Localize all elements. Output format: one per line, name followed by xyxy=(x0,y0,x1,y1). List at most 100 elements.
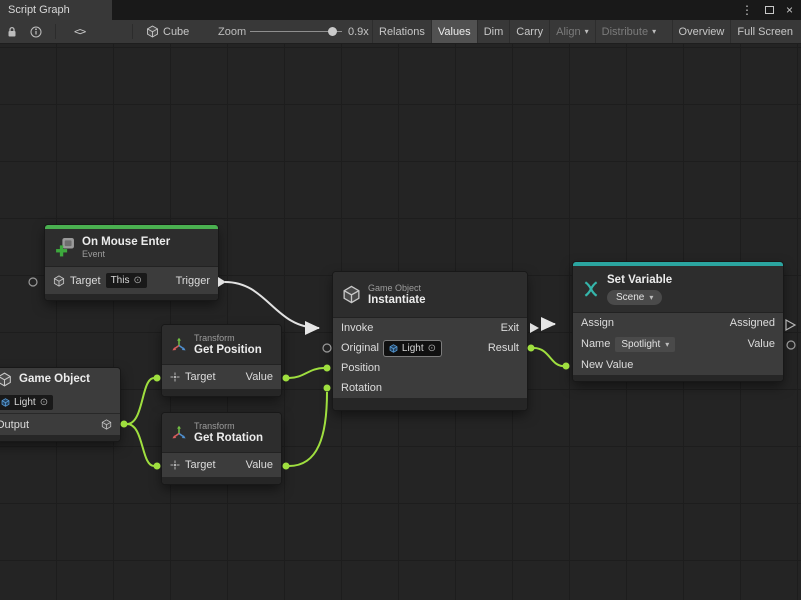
node-title: On Mouse Enter xyxy=(82,236,170,249)
node-row: Rotation xyxy=(333,378,527,398)
variable-name-dropdown[interactable]: Spotlight ▾ xyxy=(615,337,675,352)
game-object-icon xyxy=(101,419,112,430)
object-picker-icon[interactable]: ⊙ xyxy=(133,274,141,287)
node-row: New Value xyxy=(573,355,783,375)
node-row: Target Value xyxy=(162,453,281,477)
wire-exit-to-assign[interactable] xyxy=(541,324,555,328)
object-picker-icon[interactable]: ⊙ xyxy=(428,342,436,355)
port-label-assigned: Assigned xyxy=(730,317,775,329)
transform-icon xyxy=(171,337,187,353)
port-instantiate-exit[interactable] xyxy=(530,323,539,333)
game-object-icon xyxy=(0,372,12,387)
zoom-slider-track[interactable] xyxy=(250,31,342,32)
port-label-position: Position xyxy=(341,362,380,374)
info-icon[interactable] xyxy=(30,20,42,43)
node-title: Set Variable xyxy=(607,274,672,287)
wire-output-to-getposition-target[interactable] xyxy=(127,378,154,424)
port-getrotation-target[interactable] xyxy=(154,463,161,470)
node-header: On Mouse Enter Event xyxy=(45,229,218,267)
node-on-mouse-enter[interactable]: On Mouse Enter Event Target This ⊙ Trigg… xyxy=(45,225,218,300)
port-getposition-value[interactable] xyxy=(283,375,290,382)
node-footer xyxy=(45,294,218,300)
node-get-position[interactable]: Transform Get Position Target Value xyxy=(162,325,281,396)
original-object-field[interactable]: Light ⊙ xyxy=(384,341,441,356)
node-row: Target Value xyxy=(162,365,281,389)
this-object-field[interactable]: This ⊙ xyxy=(106,273,147,288)
overview-button[interactable]: Overview xyxy=(672,20,731,43)
port-setvariable-new-value[interactable] xyxy=(563,363,570,370)
distribute-label: Distribute xyxy=(602,26,648,38)
port-setvariable-assigned[interactable] xyxy=(786,320,795,330)
port-label-rotation: Rotation xyxy=(341,382,382,394)
node-footer xyxy=(573,375,783,381)
light-object-field[interactable]: Light ⊙ xyxy=(0,395,53,410)
port-label-new-value: New Value xyxy=(581,359,633,371)
port-label-trigger: Trigger xyxy=(176,275,210,287)
node-category: Transform xyxy=(194,421,263,432)
wire-result-to-new-value[interactable] xyxy=(534,348,563,366)
unity-visual-scripting-window: Script Graph ⋮ × <> Cube Zoom 0.9x Rela xyxy=(0,0,801,600)
node-footer xyxy=(333,398,527,410)
game-object-icon xyxy=(342,285,361,304)
relations-button[interactable]: Relations xyxy=(372,20,431,43)
light-value: Light xyxy=(14,396,36,409)
wire-getposition-value-to-position[interactable] xyxy=(289,368,324,378)
window-controls: ⋮ × xyxy=(741,0,793,20)
port-instantiate-rotation[interactable] xyxy=(324,385,331,392)
port-output[interactable] xyxy=(121,421,128,428)
port-instantiate-result[interactable] xyxy=(528,345,535,352)
carry-button[interactable]: Carry xyxy=(509,20,549,43)
node-game-object-light[interactable]: Game Object Light ⊙ Output xyxy=(0,368,120,441)
maximize-icon[interactable] xyxy=(765,6,774,14)
window-menu-icon[interactable]: ⋮ xyxy=(741,3,753,17)
port-instantiate-original[interactable] xyxy=(323,344,331,352)
node-row: Invoke Exit xyxy=(333,318,527,338)
port-label-target: Target xyxy=(185,371,216,383)
tab-script-graph[interactable]: Script Graph xyxy=(0,0,112,20)
node-footer xyxy=(0,435,120,441)
node-set-variable[interactable]: Set Variable Scene ▾ Assign Assigned Nam… xyxy=(573,262,783,381)
variable-scope-dropdown[interactable]: Scene ▾ xyxy=(607,290,662,305)
align-button[interactable]: Align ▾ xyxy=(549,20,594,43)
target-crosshair-icon xyxy=(170,460,180,470)
target-crosshair-icon xyxy=(170,372,180,382)
event-icon xyxy=(54,237,75,258)
lock-icon[interactable] xyxy=(7,20,17,43)
code-icon[interactable]: <> xyxy=(74,20,85,43)
node-header: Transform Get Rotation xyxy=(162,413,281,453)
port-label-exit: Exit xyxy=(501,322,519,334)
graph-canvas[interactable]: On Mouse Enter Event Target This ⊙ Trigg… xyxy=(0,44,801,600)
zoom-slider-handle[interactable] xyxy=(328,27,337,36)
port-label-value: Value xyxy=(748,338,775,350)
close-icon[interactable]: × xyxy=(786,3,793,17)
dim-button[interactable]: Dim xyxy=(477,20,510,43)
port-getposition-target[interactable] xyxy=(154,375,161,382)
node-category: Game Object xyxy=(368,283,426,294)
wire-trigger-to-invoke[interactable] xyxy=(225,282,319,328)
wire-output-to-getrotation-target[interactable] xyxy=(127,424,154,466)
zoom-label: Zoom xyxy=(218,20,246,43)
full-screen-button[interactable]: Full Screen xyxy=(730,20,799,43)
port-instantiate-position[interactable] xyxy=(324,365,331,372)
node-category: Transform xyxy=(194,333,262,344)
zoom-slider[interactable] xyxy=(250,20,342,43)
port-label-assign: Assign xyxy=(581,317,614,329)
graph-toolbar: <> Cube Zoom 0.9x Relations Values Dim C… xyxy=(0,20,801,44)
node-get-rotation[interactable]: Transform Get Rotation Target Value xyxy=(162,413,281,484)
scope-value: Scene xyxy=(616,291,644,304)
graph-object-name: Cube xyxy=(163,20,189,43)
port-event-trigger[interactable] xyxy=(218,277,226,287)
port-event-target[interactable] xyxy=(29,278,37,286)
node-row: Assign Assigned xyxy=(573,313,783,333)
node-title: Get Rotation xyxy=(194,432,263,445)
port-getrotation-value[interactable] xyxy=(283,463,290,470)
object-picker-icon[interactable]: ⊙ xyxy=(40,396,48,409)
values-button[interactable]: Values xyxy=(431,20,477,43)
toolbar-divider xyxy=(132,24,133,39)
distribute-button[interactable]: Distribute ▾ xyxy=(595,20,662,43)
chevron-down-icon: ▾ xyxy=(665,338,669,351)
cube-icon xyxy=(146,20,159,43)
port-setvariable-value-out[interactable] xyxy=(787,341,795,349)
node-instantiate[interactable]: Game Object Instantiate Invoke Exit Orig… xyxy=(333,272,527,410)
wire-getrotation-value-to-rotation[interactable] xyxy=(289,392,327,466)
